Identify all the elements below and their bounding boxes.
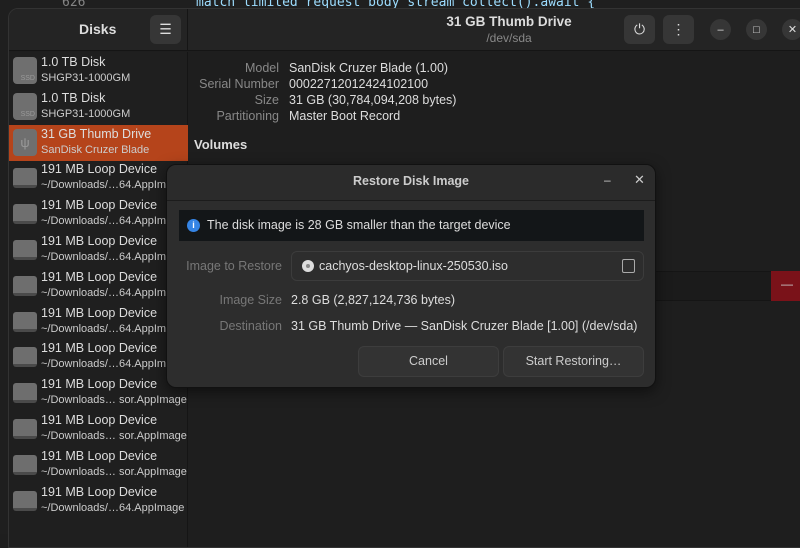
device-name: 191 MB Loop Device (41, 198, 158, 213)
dialog-close-button[interactable]: ✕ (634, 172, 645, 188)
device-name: 191 MB Loop Device (41, 413, 158, 427)
drive-icon (13, 454, 37, 475)
close-icon: ✕ (787, 24, 798, 36)
drive-path: /dev/sda (486, 31, 532, 45)
disc-image-icon (302, 260, 314, 272)
maximize-icon: □ (753, 23, 760, 36)
device-name: 191 MB Loop Device (41, 377, 158, 392)
header-bar: Disks ☰ 31 GB Thumb Drive /dev/sda ⏻ ⋮ –… (9, 9, 800, 51)
drive-icon (13, 204, 37, 225)
device-name: 191 MB Loop Device (41, 341, 158, 356)
sidebar-item-device[interactable]: 191 MB Loop Device ~/Downloads… sor.AppIm… (9, 447, 188, 483)
ssd-icon: SSD (13, 92, 37, 120)
dialog-minimize-button[interactable]: – (604, 173, 611, 187)
sidebar-header: Disks ☰ (9, 9, 188, 51)
drive-title: 31 GB Thumb Drive (446, 14, 572, 29)
image-to-restore-label: Image to Restore (186, 259, 282, 273)
ssd-icon: SSD (13, 57, 37, 84)
sidebar-item-device[interactable]: 191 MB Loop Device ~/Downloads… sor.AppIm… (9, 411, 188, 447)
device-description: ~/Downloads/…64.AppImage (41, 358, 185, 371)
device-description: ~/Downloads/…64.AppImage (41, 322, 185, 335)
sidebar-item-device[interactable]: ψ 31 GB Thumb Drive SanDisk Cruzer Blade (9, 124, 188, 161)
device-name: 191 MB Loop Device (41, 234, 158, 248)
image-size-value: 2.8 GB (2,827,124,736 bytes) (291, 293, 455, 307)
start-restoring-button[interactable]: Start Restoring… (503, 346, 644, 377)
destination-label: Destination (219, 319, 282, 333)
drive-icon (13, 383, 37, 404)
close-button[interactable]: ✕ (782, 19, 800, 40)
device-name: 191 MB Loop Device (41, 484, 158, 499)
drive-icon (13, 168, 37, 189)
device-description: ~/Downloads… sor.AppImage (41, 430, 187, 442)
device-description: ~/Downloads… sor.AppImage (41, 465, 187, 478)
device-description: ~/Downloads/…64.AppImage (41, 251, 185, 263)
sidebar-item-device[interactable]: 191 MB Loop Device ~/Downloads/…64.AppIma… (9, 268, 188, 304)
minimize-icon: – (717, 23, 724, 36)
destination-value: 31 GB Thumb Drive — SanDisk Cruzer Blade… (291, 319, 638, 333)
device-description: ~/Downloads… sor.AppImage (41, 394, 187, 407)
drive-icon (13, 240, 37, 260)
hamburger-icon: ☰ (159, 21, 172, 37)
drive-menu-button[interactable]: ⋮ (663, 15, 694, 44)
device-description: ~/Downloads/…64.AppImage (41, 179, 185, 192)
app-title: Disks (79, 21, 117, 37)
sidebar-item-device[interactable]: 191 MB Loop Device ~/Downloads… sor.AppIm… (9, 375, 188, 411)
image-size-label: Image Size (219, 293, 282, 307)
sidebar-item-device[interactable]: 191 MB Loop Device ~/Downloads/…64.AppIma… (9, 160, 188, 196)
sidebar-item-device[interactable]: 191 MB Loop Device ~/Downloads/…64.AppIma… (9, 304, 188, 340)
more-vertical-icon: ⋮ (671, 21, 686, 37)
device-list: SSD 1.0 TB Disk SHGP31-1000GM SSD 1.0 TB Dis… (9, 52, 188, 547)
image-filename: cachyos-desktop-linux-250530.iso (319, 259, 508, 273)
device-description: ~/Downloads/…64.AppImage (41, 286, 185, 299)
cancel-button[interactable]: Cancel (358, 346, 499, 377)
power-icon: ⏻ (633, 21, 646, 37)
drive-icon (13, 275, 37, 296)
device-name: 191 MB Loop Device (41, 448, 158, 463)
volumes-heading: Volumes (194, 137, 248, 152)
device-description: ~/Downloads/…64.AppImage (41, 215, 185, 228)
drive-icon (13, 490, 37, 511)
usb-icon: ψ (13, 128, 37, 156)
device-name: 191 MB Loop Device (41, 162, 158, 177)
device-description: ~/Downloads/…64.AppImage (41, 501, 185, 514)
device-name: 31 GB Thumb Drive (41, 126, 152, 141)
main-menu-button[interactable]: ☰ (150, 15, 181, 44)
device-description: SanDisk Cruzer Blade (41, 143, 150, 156)
minimize-button[interactable]: – (710, 19, 731, 40)
info-bar: i The disk image is 28 GB smaller than t… (179, 210, 644, 241)
info-icon: i (187, 219, 200, 232)
drive-icon (13, 419, 37, 439)
delete-partition-button[interactable]: — (771, 271, 800, 301)
info-message: The disk image is 28 GB smaller than the… (207, 218, 511, 232)
drive-icon (13, 311, 37, 332)
dialog-title: Restore Disk Image (352, 174, 470, 188)
restore-disk-image-dialog: Restore Disk Image – ✕ i The disk image … (166, 164, 656, 388)
sidebar-item-device[interactable]: 191 MB Loop Device ~/Downloads/…64.AppIma… (9, 339, 188, 375)
browse-file-icon[interactable] (622, 259, 635, 273)
dialog-titlebar: Restore Disk Image – ✕ (167, 165, 655, 201)
power-off-button[interactable]: ⏻ (624, 15, 655, 44)
drive-icon (13, 347, 37, 368)
device-name: 191 MB Loop Device (41, 305, 158, 320)
sidebar-item-device[interactable]: 191 MB Loop Device ~/Downloads/…64.AppIma… (9, 483, 188, 519)
device-name: 191 MB Loop Device (41, 269, 158, 284)
image-file-chooser[interactable]: cachyos-desktop-linux-250530.iso (291, 251, 644, 281)
partition-toolbar (656, 271, 771, 301)
sidebar-item-device[interactable]: 191 MB Loop Device ~/Downloads/…64.AppIma… (9, 196, 188, 232)
sidebar-item-device[interactable]: 191 MB Loop Device ~/Downloads/…64.AppIma… (9, 232, 188, 268)
maximize-button[interactable]: □ (746, 19, 767, 40)
